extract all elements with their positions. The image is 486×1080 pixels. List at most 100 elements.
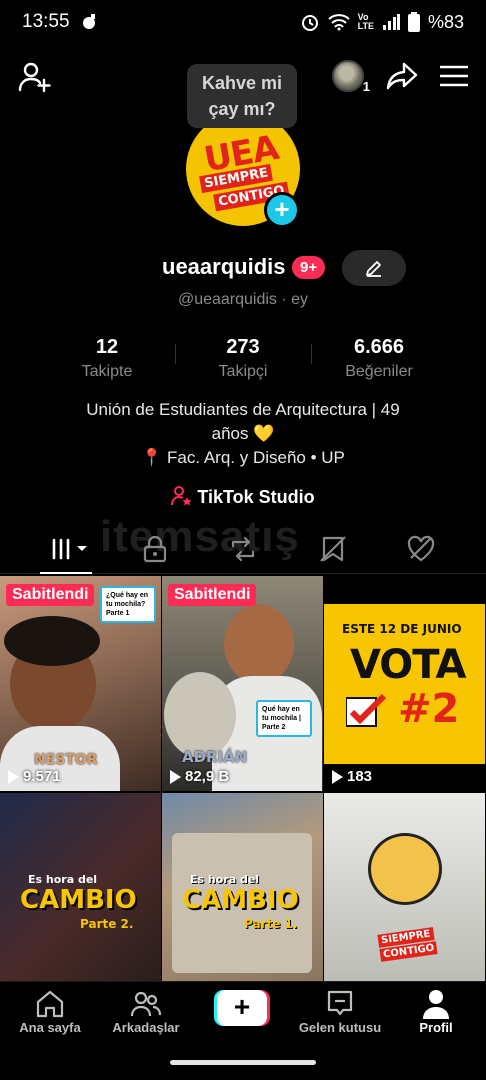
status-bar: 13:55 Vo LTE %83 — [0, 0, 486, 44]
video-sticker: Qué hay en tu mochila | Parte 2 — [256, 700, 312, 737]
view-count-text: 82,9 B — [185, 768, 230, 785]
video-caption-line-3: Parte 1. — [244, 917, 298, 931]
studio-icon — [171, 486, 192, 506]
stat-value: 273 — [226, 336, 260, 358]
nav-inbox[interactable]: Gelen kutusu — [290, 988, 390, 1035]
home-icon — [36, 990, 64, 1018]
favorites-hidden-tab-icon[interactable] — [318, 534, 348, 564]
video-title-line-2: VOTA — [350, 642, 466, 688]
video-thumbnail[interactable]: Sabitlendi Qué hay en tu mochila | Parte… — [162, 576, 323, 791]
view-count: 82,9 B — [170, 768, 229, 785]
battery-icon — [407, 12, 420, 32]
bio-line-2: años 💛 — [211, 424, 275, 443]
tiktok-studio-link[interactable]: TikTok Studio — [0, 486, 486, 508]
signal-icon — [382, 14, 400, 30]
nav-profile[interactable]: Profil — [386, 988, 486, 1035]
create-icon: + — [217, 990, 267, 1026]
add-user-icon[interactable] — [18, 60, 52, 94]
nav-label: Gelen kutusu — [298, 1020, 382, 1035]
view-count-text: 9.571 — [23, 768, 61, 785]
video-grid: Sabitlendi ¿Qué hay en tu mochila? Parte… — [0, 576, 486, 981]
stat-divider — [175, 344, 176, 364]
note-bubble[interactable]: Kahve mi çay mı? — [187, 64, 297, 128]
video-thumbnail[interactable]: Es hora del CAMBIO Parte 2. — [0, 793, 161, 981]
profile-bio: Unión de Estudiantes de Arquitectura | 4… — [30, 398, 456, 470]
video-title-line-1: ESTE 12 DE JUNIO — [342, 622, 462, 636]
create-button[interactable]: + — [214, 990, 270, 1026]
profile-tabs — [0, 524, 486, 574]
video-sticker: ¿Qué hay en tu mochila? Parte 1 — [100, 586, 156, 623]
plush-toy — [164, 672, 236, 758]
add-story-button[interactable]: + — [264, 192, 300, 228]
videos-tab-icon[interactable] — [50, 534, 92, 564]
alarm-icon — [301, 15, 318, 31]
bio-line-1: Unión de Estudiantes de Arquitectura | 4… — [86, 400, 400, 419]
video-title-line-3: #2 — [398, 686, 460, 732]
stat-label: Takipçi — [218, 363, 268, 380]
nav-home[interactable]: Ana sayfa — [0, 988, 100, 1035]
battery-percent: %83 — [427, 11, 464, 32]
bulldog-mascot — [368, 833, 442, 905]
inbox-icon — [327, 990, 353, 1016]
play-icon — [332, 769, 343, 784]
stat-label: Takipte — [81, 363, 133, 380]
liked-hidden-tab-icon[interactable] — [406, 534, 436, 564]
nav-label: Profil — [419, 1020, 453, 1035]
play-icon — [170, 769, 181, 784]
status-time: 13:55 — [22, 11, 70, 32]
share-icon[interactable] — [386, 61, 418, 91]
nav-friends[interactable]: Arkadaşlar — [96, 988, 196, 1035]
video-caption: ADRIÁN — [182, 748, 248, 766]
video-thumbnail[interactable]: Sabitlendi ¿Qué hay en tu mochila? Parte… — [0, 576, 161, 791]
lock-tab-icon[interactable] — [140, 534, 170, 564]
wifi-icon — [327, 14, 350, 31]
nav-label: Arkadaşlar — [112, 1020, 180, 1035]
video-caption-line-2: CAMBIO — [182, 885, 299, 915]
stat-followers[interactable]: 273 Takipçi — [183, 336, 303, 381]
repost-tab-icon[interactable] — [228, 534, 258, 564]
nav-label: Ana sayfa — [19, 1020, 81, 1035]
friends-icon — [130, 991, 162, 1017]
video-caption-line-3: Parte 2. — [80, 917, 134, 931]
bottom-navigation: Ana sayfa Arkadaşlar + Gelen kutusu Prof… — [0, 981, 486, 1047]
edit-profile-button[interactable] — [342, 250, 406, 286]
account-switch-badge: 1 — [362, 79, 370, 94]
video-caption-line-2: CAMBIO — [20, 885, 137, 915]
view-count: 183 — [332, 768, 372, 785]
pinned-badge: Sabitlendi — [168, 584, 257, 606]
username: ueaarquidis — [162, 254, 286, 279]
person-hair — [4, 616, 100, 666]
pinned-badge: Sabitlendi — [6, 584, 95, 606]
username-row: ueaarquidis 9+ — [0, 250, 486, 286]
stat-divider — [311, 344, 312, 364]
view-count: 9.571 — [8, 768, 61, 785]
profile-icon — [423, 990, 449, 1019]
notification-badge[interactable]: 9+ — [292, 256, 326, 279]
stat-likes[interactable]: 6.666 Beğeniler — [319, 336, 439, 381]
menu-icon[interactable] — [440, 64, 468, 88]
note-line-2: çay mı? — [208, 99, 276, 119]
play-icon — [8, 769, 19, 784]
person-head — [224, 604, 294, 684]
stat-label: Beğeniler — [345, 363, 413, 380]
profile-stats: 12 Takipte 273 Takipçi 6.666 Beğeniler — [0, 336, 486, 386]
view-count-text: 183 — [347, 768, 373, 785]
stat-value: 12 — [95, 336, 119, 358]
note-line-1: Kahve mi — [201, 73, 283, 93]
active-tab-indicator — [40, 572, 92, 574]
video-caption: NESTOR — [34, 752, 98, 768]
video-thumbnail[interactable]: ESTE 12 DE JUNIO VOTA #2 183 — [324, 576, 485, 791]
checkmark-icon — [346, 694, 387, 727]
notification-icon — [82, 14, 95, 29]
video-thumbnail[interactable]: Es hora del CAMBIO Parte 1. — [162, 793, 323, 981]
video-thumbnail[interactable]: SIEMPRE CONTIGO — [324, 793, 485, 981]
stat-following[interactable]: 12 Takipte — [47, 336, 167, 381]
studio-label: TikTok Studio — [197, 487, 315, 507]
volte-icon: Vo LTE — [357, 12, 374, 31]
stat-value: 6.666 — [353, 336, 405, 358]
bio-line-3: 📍 Fac. Arq. y Diseño • UP — [141, 448, 345, 467]
pencil-icon — [366, 261, 381, 277]
profile-handle: @ueaarquidis · ey — [177, 291, 309, 308]
home-indicator[interactable] — [170, 1060, 316, 1065]
account-switch-avatar[interactable]: 1 — [332, 60, 370, 94]
